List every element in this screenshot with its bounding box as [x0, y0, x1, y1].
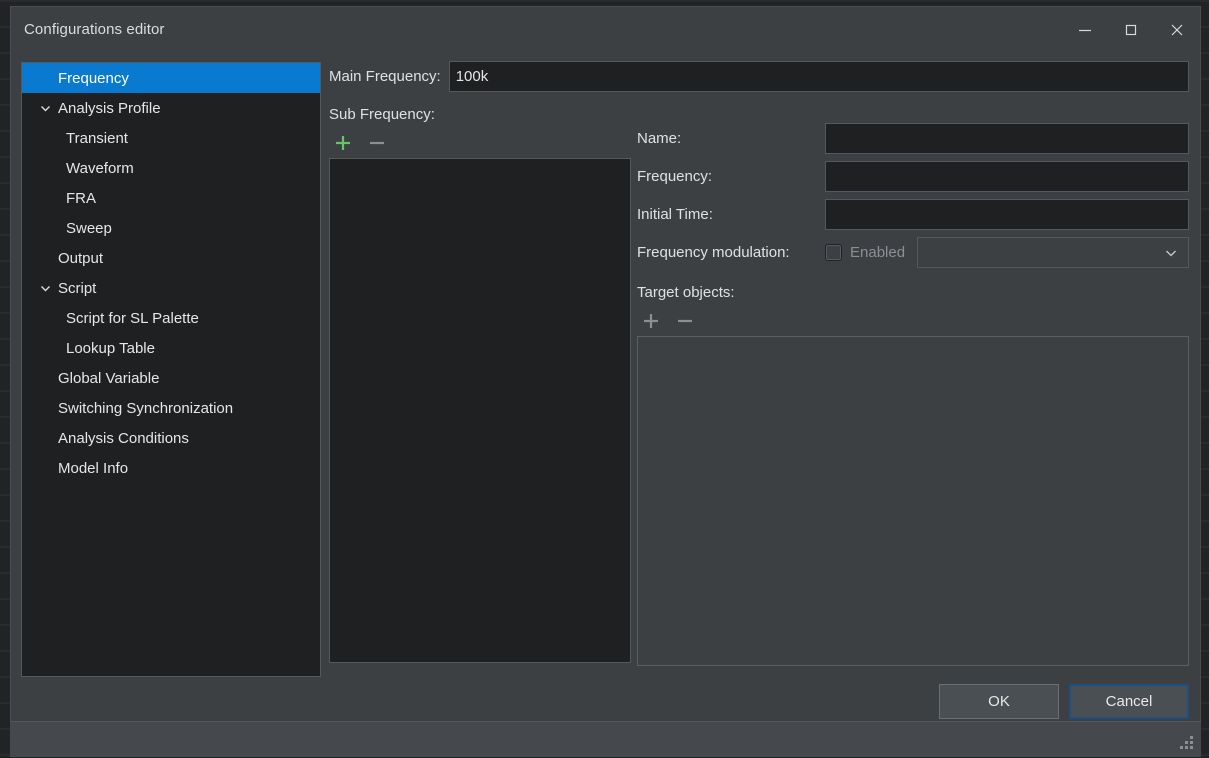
- title-bar[interactable]: Configurations editor: [11, 7, 1200, 52]
- name-field-cell: [825, 123, 1189, 154]
- sidebar-item-label: Switching Synchronization: [58, 399, 234, 417]
- sidebar-item-label: Analysis Profile: [58, 99, 161, 117]
- content-pane: Main Frequency: Sub Frequency:: [321, 52, 1200, 679]
- status-bar: [10, 721, 1201, 757]
- initial-time-field-cell: [825, 199, 1189, 230]
- sidebar-item-label: Model Info: [58, 459, 129, 477]
- name-label: Name:: [637, 130, 682, 147]
- dialog-body: Frequency Analysis Profile Transient Wavefo…: [11, 52, 1200, 679]
- sub-frequency-remove-button[interactable]: [363, 130, 391, 156]
- target-objects-remove-button[interactable]: [671, 308, 699, 334]
- plus-icon: [336, 136, 350, 150]
- frequency-label: Frequency:: [637, 168, 713, 185]
- cancel-button[interactable]: Cancel: [1069, 683, 1189, 719]
- sidebar-item-label: Analysis Conditions: [58, 429, 189, 447]
- sidebar-item-label: FRA: [66, 189, 96, 207]
- target-objects-label: Target objects:: [637, 284, 735, 301]
- chevron-down-icon[interactable]: [34, 102, 56, 115]
- sidebar-item-label: Waveform: [66, 159, 134, 177]
- close-button[interactable]: [1154, 7, 1200, 52]
- initial-time-label: Initial Time:: [637, 206, 713, 223]
- frequency-modulation-checkbox[interactable]: [825, 244, 842, 261]
- maximize-button[interactable]: [1108, 7, 1154, 52]
- sub-frequency-column: [329, 123, 631, 663]
- resize-grip[interactable]: [1180, 736, 1193, 749]
- sidebar-item-model-info[interactable]: Model Info: [22, 453, 320, 483]
- close-icon: [1171, 24, 1183, 35]
- main-frequency-label: Main Frequency:: [329, 68, 441, 85]
- maximize-icon: [1125, 24, 1137, 35]
- settings-tree[interactable]: Frequency Analysis Profile Transient Wavefo…: [21, 62, 321, 677]
- frequency-modulation-label: Frequency modulation:: [637, 244, 790, 261]
- target-objects-add-button[interactable]: [637, 308, 665, 334]
- sidebar-item-frequency[interactable]: Frequency: [22, 63, 320, 93]
- sidebar-item-label: Lookup Table: [66, 339, 155, 357]
- sidebar-item-script-for-sl-palette[interactable]: Script for SL Palette: [22, 303, 320, 333]
- sidebar-item-waveform[interactable]: Waveform: [22, 153, 320, 183]
- sidebar-item-analysis-conditions[interactable]: Analysis Conditions: [22, 423, 320, 453]
- sidebar-item-label: Script: [58, 279, 97, 297]
- sidebar-item-label: Global Variable: [58, 369, 160, 387]
- main-frequency-row: Main Frequency:: [329, 61, 1189, 92]
- sidebar-item-transient[interactable]: Transient: [22, 123, 320, 153]
- frequency-field-cell: [825, 161, 1189, 192]
- sidebar-item-global-variable[interactable]: Global Variable: [22, 363, 320, 393]
- sidebar-item-script[interactable]: Script: [22, 273, 320, 303]
- sub-frequency-area: Name: Frequency: Initial Time: Frequency…: [329, 123, 1189, 666]
- sidebar-item-lookup-table[interactable]: Lookup Table: [22, 333, 320, 363]
- target-objects-toolbar: [637, 306, 1189, 336]
- frequency-input[interactable]: [825, 161, 1189, 192]
- main-frequency-input[interactable]: [448, 61, 1189, 92]
- sidebar-item-label: Transient: [66, 129, 128, 147]
- minus-icon: [370, 141, 384, 145]
- frequency-modulation-row: Enabled: [825, 237, 1189, 268]
- sidebar-item-sweep[interactable]: Sweep: [22, 213, 320, 243]
- window-title: Configurations editor: [24, 21, 165, 38]
- plus-icon: [644, 314, 658, 328]
- chevron-down-icon[interactable]: [34, 282, 56, 295]
- ok-button[interactable]: OK: [939, 683, 1059, 719]
- detail-fields: Name: Frequency: Initial Time: Frequency…: [637, 123, 1189, 268]
- sidebar-item-label: Script for SL Palette: [66, 309, 199, 327]
- frequency-modulation-cell: Enabled: [825, 237, 1189, 268]
- sidebar-item-label: Sweep: [66, 219, 112, 237]
- sub-frequency-list[interactable]: [329, 158, 631, 663]
- sidebar-item-output[interactable]: Output: [22, 243, 320, 273]
- chevron-down-icon: [1166, 250, 1176, 256]
- minimize-button[interactable]: [1062, 7, 1108, 52]
- sidebar-item-label: Output: [58, 249, 104, 267]
- sub-frequency-label: Sub Frequency:: [329, 106, 435, 123]
- minimize-icon: [1079, 29, 1091, 31]
- target-objects-list[interactable]: [637, 336, 1189, 666]
- sidebar-item-fra[interactable]: FRA: [22, 183, 320, 213]
- minus-icon: [678, 319, 692, 323]
- sub-frequency-add-button[interactable]: [329, 130, 357, 156]
- configurations-editor-window: Configurations editor Frequency Analysis…: [10, 6, 1201, 732]
- sidebar: Frequency Analysis Profile Transient Wavefo…: [11, 52, 321, 679]
- frequency-modulation-dropdown[interactable]: [917, 237, 1189, 268]
- window-controls: [1062, 7, 1200, 52]
- sidebar-item-label: Frequency: [58, 69, 129, 87]
- sub-frequency-toolbar: [329, 128, 631, 158]
- sidebar-item-analysis-profile[interactable]: Analysis Profile: [22, 93, 320, 123]
- sidebar-item-switching-synchronization[interactable]: Switching Synchronization: [22, 393, 320, 423]
- initial-time-input[interactable]: [825, 199, 1189, 230]
- frequency-modulation-enabled-label: Enabled: [850, 244, 906, 261]
- name-input[interactable]: [825, 123, 1189, 154]
- detail-form: Name: Frequency: Initial Time: Frequency…: [631, 123, 1189, 666]
